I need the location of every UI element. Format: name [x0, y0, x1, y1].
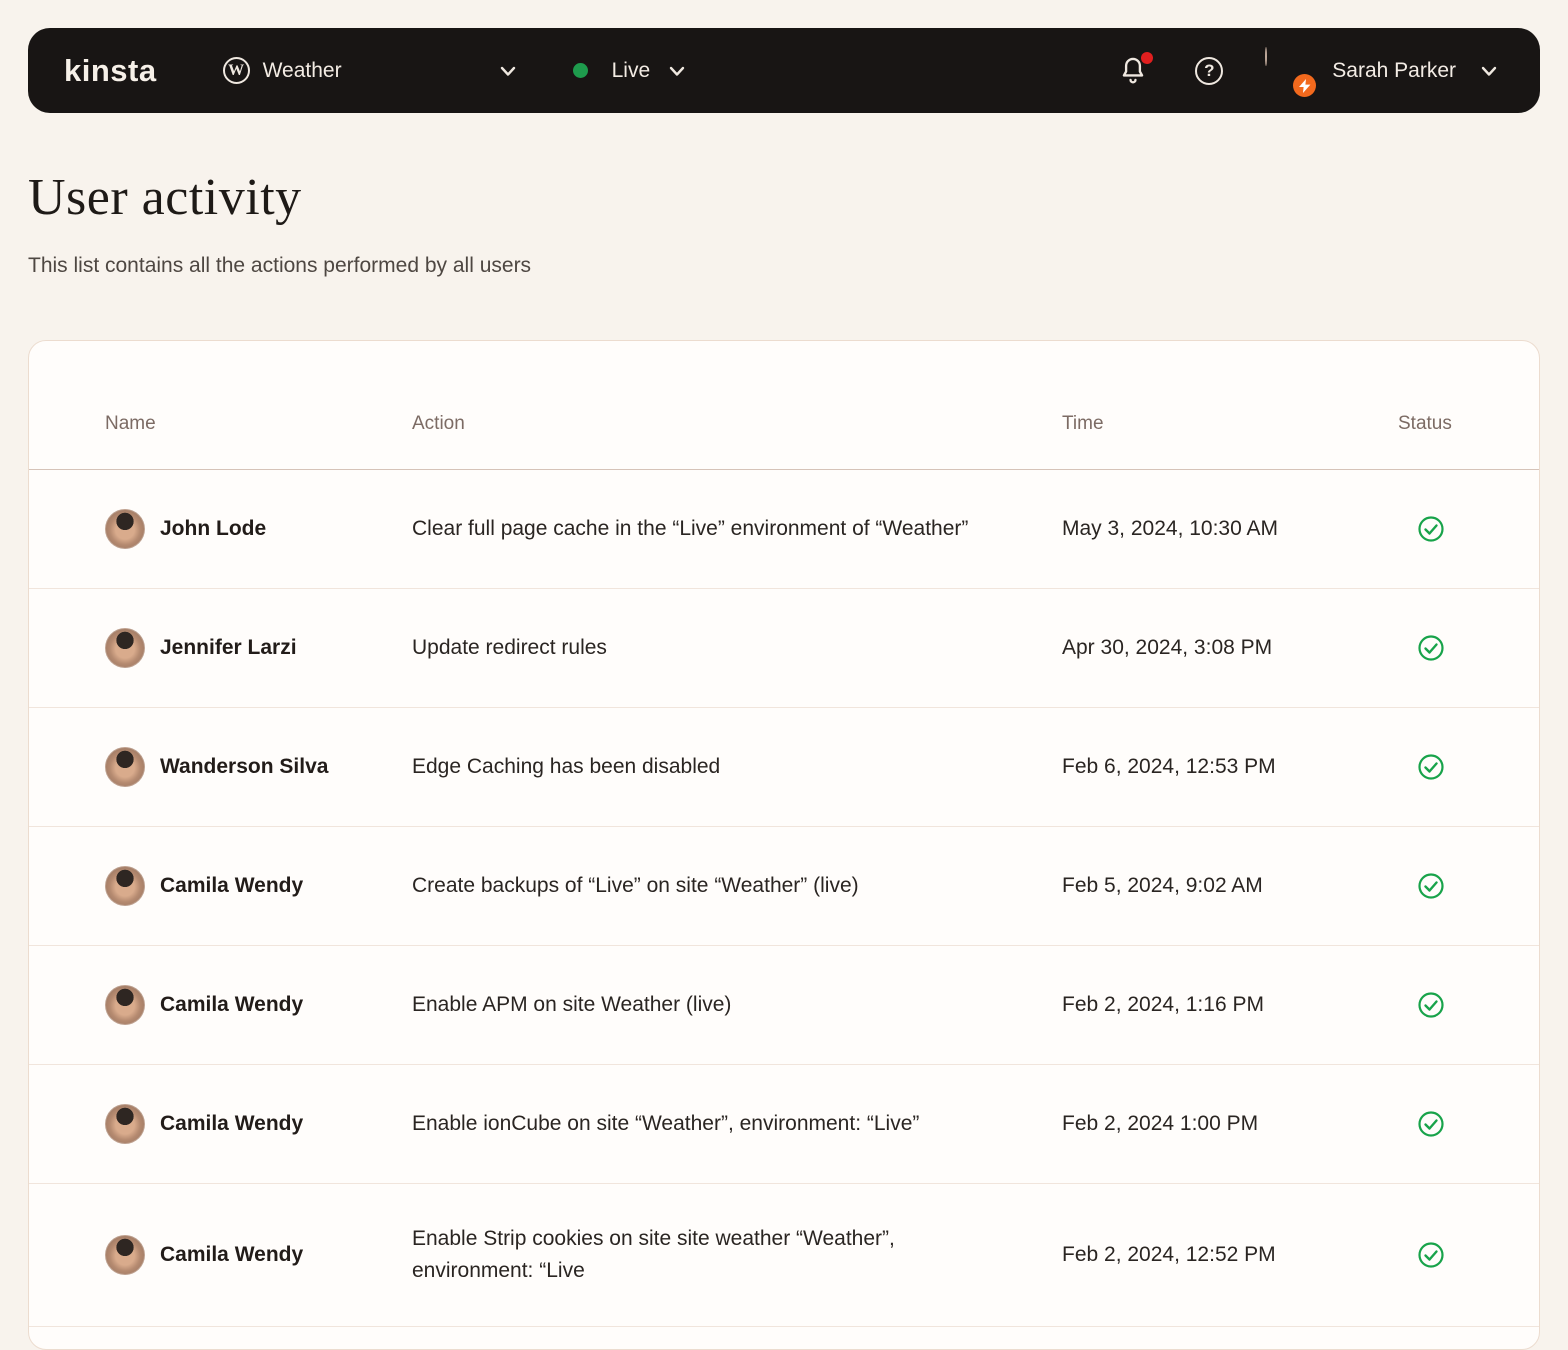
action-cell: Clear full page cache in the “Live” envi…: [412, 517, 969, 540]
status-success-icon: [1416, 633, 1499, 663]
user-name: Camila Wendy: [160, 993, 304, 1016]
time-cell: Apr 30, 2024, 3:08 PM: [1062, 636, 1273, 659]
table-row: Jennifer Larzi Update redirect rules Apr…: [29, 589, 1539, 708]
table-row: John Lode Clear full page cache in the “…: [29, 470, 1539, 589]
user-name: Camila Wendy: [160, 1243, 304, 1266]
avatar: [1265, 47, 1268, 66]
help-icon: ?: [1195, 56, 1224, 85]
chevron-down-icon: [497, 60, 519, 82]
chevron-down-icon: [1478, 60, 1500, 82]
help-button[interactable]: ?: [1195, 56, 1224, 85]
status-cell: [1398, 990, 1499, 1020]
status-success-icon: [1416, 871, 1499, 901]
user-name: Wanderson Silva: [160, 755, 329, 778]
table-row: Camila Wendy Enable Strip cookies on sit…: [29, 1184, 1539, 1327]
table-body: John Lode Clear full page cache in the “…: [29, 470, 1539, 1327]
user-name: Sarah Parker: [1332, 58, 1456, 82]
environment-label: Live: [611, 58, 651, 82]
name-cell: Camila Wendy: [105, 866, 412, 906]
table-header-row: Name Action Time Status: [29, 341, 1539, 470]
avatar: [105, 747, 145, 787]
status-cell: [1398, 871, 1499, 901]
avatar: [105, 1104, 145, 1144]
status-cell: [1398, 514, 1499, 544]
name-cell: Wanderson Silva: [105, 747, 412, 787]
column-header-time: Time: [1062, 413, 1104, 434]
avatar: [105, 866, 145, 906]
status-cell: [1398, 1109, 1499, 1139]
topbar: kinsta W Weather Live ? Sarah Parker: [28, 28, 1540, 113]
user-name: Jennifer Larzi: [160, 636, 297, 659]
lightning-icon: [1293, 74, 1317, 97]
avatar: [105, 985, 145, 1025]
name-cell: Jennifer Larzi: [105, 628, 412, 668]
user-avatar-wrap: [1265, 47, 1317, 97]
avatar: [105, 628, 145, 668]
avatar: [105, 509, 145, 549]
kinsta-logo: kinsta: [64, 52, 157, 88]
table-row: Camila Wendy Enable APM on site Weather …: [29, 946, 1539, 1065]
name-cell: Camila Wendy: [105, 1104, 412, 1144]
name-cell: Camila Wendy: [105, 985, 412, 1025]
chevron-down-icon: [666, 60, 688, 82]
column-header-name: Name: [105, 413, 156, 434]
user-name: John Lode: [160, 517, 267, 540]
wordpress-icon: W: [222, 57, 250, 84]
user-activity-card: Name Action Time Status John Lode Clear …: [28, 340, 1540, 1350]
page-subtitle: This list contains all the actions perfo…: [28, 254, 532, 277]
environment-selector-dropdown[interactable]: Live: [572, 58, 689, 83]
user-menu[interactable]: Sarah Parker: [1265, 47, 1500, 97]
notification-badge: [1141, 51, 1154, 64]
topbar-right-group: ? Sarah Parker: [1118, 47, 1500, 97]
action-cell: Create backups of “Live” on site “Weathe…: [412, 874, 859, 897]
page-title: User activity: [28, 169, 302, 226]
time-cell: Feb 5, 2024, 9:02 AM: [1062, 874, 1263, 897]
status-success-icon: [1416, 514, 1499, 544]
name-cell: John Lode: [105, 509, 412, 549]
green-status-dot: [572, 63, 588, 78]
site-selector-dropdown[interactable]: W Weather: [222, 57, 519, 84]
time-cell: Feb 2, 2024, 1:16 PM: [1062, 993, 1264, 1016]
status-success-icon: [1416, 1109, 1499, 1139]
column-header-status: Status: [1398, 413, 1452, 434]
action-cell: Enable ionCube on site “Weather”, enviro…: [412, 1112, 920, 1135]
action-cell: Edge Caching has been disabled: [412, 755, 721, 778]
time-cell: May 3, 2024, 10:30 AM: [1062, 517, 1278, 540]
status-success-icon: [1416, 1240, 1499, 1270]
table-row: Camila Wendy Enable ionCube on site “Wea…: [29, 1065, 1539, 1184]
user-name: Camila Wendy: [160, 1112, 304, 1135]
action-cell: Enable APM on site Weather (live): [412, 993, 732, 1016]
action-cell: Enable Strip cookies on site site weathe…: [412, 1227, 895, 1282]
time-cell: Feb 2, 2024, 12:52 PM: [1062, 1243, 1276, 1266]
site-selector-label: Weather: [262, 58, 342, 82]
notifications-button[interactable]: [1118, 51, 1154, 87]
status-cell: [1398, 1240, 1499, 1270]
column-header-action: Action: [412, 413, 465, 434]
table-row: Camila Wendy Create backups of “Live” on…: [29, 827, 1539, 946]
table-row: Wanderson Silva Edge Caching has been di…: [29, 708, 1539, 827]
avatar: [105, 1235, 145, 1275]
time-cell: Feb 2, 2024 1:00 PM: [1062, 1112, 1259, 1135]
action-cell: Update redirect rules: [412, 636, 607, 659]
time-cell: Feb 6, 2024, 12:53 PM: [1062, 755, 1276, 778]
name-cell: Camila Wendy: [105, 1235, 412, 1275]
status-cell: [1398, 633, 1499, 663]
status-success-icon: [1416, 752, 1499, 782]
status-cell: [1398, 752, 1499, 782]
status-success-icon: [1416, 990, 1499, 1020]
user-name: Camila Wendy: [160, 874, 304, 897]
